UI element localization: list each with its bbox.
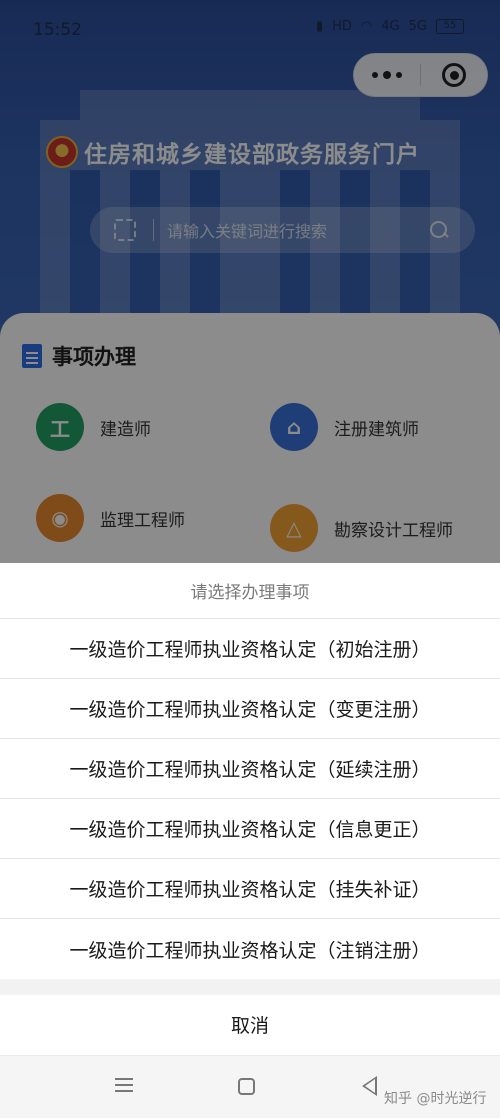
- option-lost-reissue[interactable]: 一级造价工程师执业资格认定（挂失补证）: [0, 859, 500, 919]
- action-sheet: 请选择办理事项 一级造价工程师执业资格认定（初始注册） 一级造价工程师执业资格认…: [0, 563, 500, 1118]
- action-sheet-title: 请选择办理事项: [0, 563, 500, 619]
- recent-apps-icon[interactable]: [115, 1078, 133, 1092]
- watermark: 知乎 @时光逆行: [384, 1091, 487, 1107]
- option-cancel-registration[interactable]: 一级造价工程师执业资格认定（注销注册）: [0, 919, 500, 979]
- system-navigation-bar: [0, 1055, 500, 1118]
- home-icon[interactable]: [238, 1078, 255, 1095]
- option-change-registration[interactable]: 一级造价工程师执业资格认定（变更注册）: [0, 679, 500, 739]
- sheet-spacer: [0, 979, 500, 995]
- cancel-button[interactable]: 取消: [0, 995, 500, 1053]
- option-initial-registration[interactable]: 一级造价工程师执业资格认定（初始注册）: [0, 619, 500, 679]
- option-info-correction[interactable]: 一级造价工程师执业资格认定（信息更正）: [0, 799, 500, 859]
- back-icon[interactable]: [362, 1076, 377, 1096]
- option-renewal-registration[interactable]: 一级造价工程师执业资格认定（延续注册）: [0, 739, 500, 799]
